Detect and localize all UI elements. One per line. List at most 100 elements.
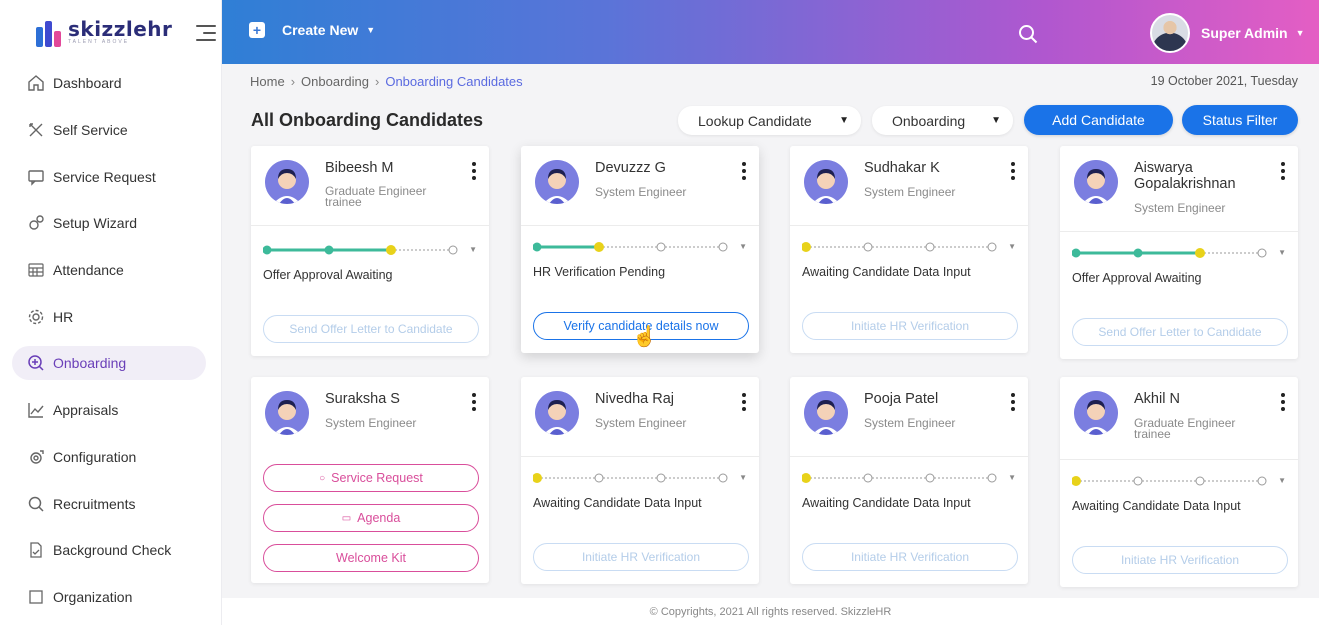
sidebar-item-hr[interactable]: HR (0, 293, 221, 340)
candidate-card[interactable]: Devuzzz G System Engineer ▼ HR Verificat… (521, 146, 759, 353)
sidebar-item-label: Configuration (53, 448, 137, 465)
progress-track (533, 242, 728, 252)
user-name: Super Admin (1201, 25, 1288, 41)
brand-name: skizzlehr (68, 17, 173, 41)
more-options-icon[interactable] (471, 393, 477, 413)
create-new-button[interactable]: + Create New ▼ (249, 22, 375, 38)
menu-toggle-icon[interactable] (196, 25, 216, 41)
candidate-role: System Engineer (1134, 201, 1226, 215)
candidate-name: Nivedha Raj (595, 391, 674, 407)
send-offer-letter-button[interactable]: Send Offer Letter to Candidate (1072, 318, 1288, 346)
initiate-hr-verification-button[interactable]: Initiate HR Verification (533, 543, 749, 571)
expand-caret-icon[interactable]: ▼ (739, 242, 747, 251)
more-options-icon[interactable] (1280, 393, 1286, 413)
sidebar-item-label: Onboarding (53, 355, 127, 372)
sidebar-item-onboarding[interactable]: Onboarding (0, 340, 221, 387)
progress-node (1195, 476, 1205, 486)
candidate-card[interactable]: Nivedha Raj System Engineer ▼ Awaiting C… (521, 377, 759, 584)
breadcrumb-home[interactable]: Home (250, 74, 285, 89)
service-request-button[interactable]: ○ Service Request (263, 464, 479, 492)
logo-mark-icon (36, 17, 62, 47)
candidate-avatar-icon (535, 391, 579, 435)
candidate-role: System Engineer (325, 416, 417, 430)
candidate-avatar-icon (265, 160, 309, 204)
more-options-icon[interactable] (471, 162, 477, 182)
org-icon (27, 588, 45, 606)
expand-caret-icon[interactable]: ▼ (469, 245, 477, 254)
candidate-card[interactable]: Aiswarya Gopalakrishnan System Engineer … (1060, 146, 1298, 359)
more-options-icon[interactable] (1010, 162, 1016, 182)
progress-track (1072, 476, 1267, 486)
sidebar-item-label: Recruitments (53, 495, 136, 512)
status-text: HR Verification Pending (533, 265, 666, 279)
welcome-kit-button[interactable]: Welcome Kit (263, 544, 479, 572)
top-header: + Create New ▼ Super Admin ▼ (222, 0, 1319, 64)
more-options-icon[interactable] (1280, 162, 1286, 182)
progress-node (987, 473, 997, 483)
sidebar-item-label: Service Request (53, 168, 156, 185)
breadcrumb-section[interactable]: Onboarding (301, 74, 369, 89)
progress-node (533, 473, 542, 483)
candidate-card[interactable]: Sudhakar K System Engineer ▼ Awaiting Ca… (790, 146, 1028, 353)
breadcrumb: Home › Onboarding › Onboarding Candidates (250, 74, 523, 89)
progress-node (594, 473, 604, 483)
gears-icon (27, 214, 45, 232)
progress-node (1257, 476, 1267, 486)
progress-node (656, 242, 666, 252)
expand-caret-icon[interactable]: ▼ (1008, 242, 1016, 251)
sidebar-item-appraisals[interactable]: Appraisals (0, 387, 221, 434)
sidebar-item-label: Background Check (53, 542, 172, 559)
page-title: All Onboarding Candidates (251, 110, 484, 130)
more-options-icon[interactable] (741, 162, 747, 182)
footer: © Copyrights, 2021 All rights reserved. … (222, 598, 1319, 625)
progress-node (1072, 476, 1081, 486)
progress-node (863, 473, 873, 483)
candidate-card[interactable]: Akhil N Graduate Engineer trainee ▼ Awai… (1060, 377, 1298, 587)
initiate-hr-verification-button[interactable]: Initiate HR Verification (802, 312, 1018, 340)
sidebar-item-configuration[interactable]: Configuration (0, 434, 221, 481)
initiate-hr-verification-button[interactable]: Initiate HR Verification (1072, 546, 1288, 574)
expand-caret-icon[interactable]: ▼ (1278, 248, 1286, 257)
status-filter-button[interactable]: Status Filter (1182, 105, 1298, 135)
status-text: Awaiting Candidate Data Input (533, 496, 702, 510)
sidebar-item-attendance[interactable]: Attendance (0, 247, 221, 294)
agenda-button[interactable]: ▭ Agenda (263, 504, 479, 532)
progress-node (1072, 248, 1081, 258)
triangle-down-icon: ▼ (991, 115, 1001, 126)
sidebar-item-organization[interactable]: Organization (0, 574, 221, 621)
more-options-icon[interactable] (1010, 393, 1016, 413)
sidebar-item-setup-wizard[interactable]: Setup Wizard (0, 200, 221, 247)
search-icon[interactable] (1018, 24, 1038, 44)
breadcrumb-current: Onboarding Candidates (385, 74, 523, 89)
lookup-candidate-select[interactable]: Lookup Candidate ▼ (678, 106, 861, 135)
user-menu[interactable]: Super Admin ▼ (1150, 13, 1305, 53)
expand-caret-icon[interactable]: ▼ (1278, 476, 1286, 485)
sidebar-item-recruitments[interactable]: Recruitments (0, 480, 221, 527)
progress-node (263, 245, 272, 255)
progress-node (987, 242, 997, 252)
sidebar-item-service-request[interactable]: Service Request (0, 153, 221, 200)
more-options-icon[interactable] (741, 393, 747, 413)
trend-chart-icon (27, 401, 45, 419)
progress-track (1072, 248, 1267, 258)
add-candidate-button[interactable]: Add Candidate (1024, 105, 1173, 135)
sidebar-item-self-service[interactable]: Self Service (0, 107, 221, 154)
verify-candidate-button[interactable]: Verify candidate details now (533, 312, 749, 340)
sidebar-item-background-check[interactable]: Background Check (0, 527, 221, 574)
progress-node (718, 473, 728, 483)
current-date: 19 October 2021, Tuesday (1150, 74, 1298, 88)
status-text: Awaiting Candidate Data Input (1072, 499, 1241, 513)
expand-caret-icon[interactable]: ▼ (739, 473, 747, 482)
progress-node (448, 245, 458, 255)
stage-select[interactable]: Onboarding ▼ (872, 106, 1013, 135)
send-offer-letter-button[interactable]: Send Offer Letter to Candidate (263, 315, 479, 343)
candidate-card[interactable]: Pooja Patel System Engineer ▼ Awaiting C… (790, 377, 1028, 584)
initiate-hr-verification-button[interactable]: Initiate HR Verification (802, 543, 1018, 571)
logo[interactable]: skizzlehr TALENT ABOVE (0, 0, 221, 64)
sidebar-item-label: HR (53, 308, 74, 325)
candidate-card[interactable]: Bibeesh M Graduate Engineer trainee ▼ Of… (251, 146, 489, 356)
candidate-role: Graduate Engineer trainee (325, 184, 427, 209)
candidate-card[interactable]: Suraksha S System Engineer ○ Service Requ… (251, 377, 489, 583)
expand-caret-icon[interactable]: ▼ (1008, 473, 1016, 482)
sidebar-item-dashboard[interactable]: Dashboard (0, 60, 221, 107)
